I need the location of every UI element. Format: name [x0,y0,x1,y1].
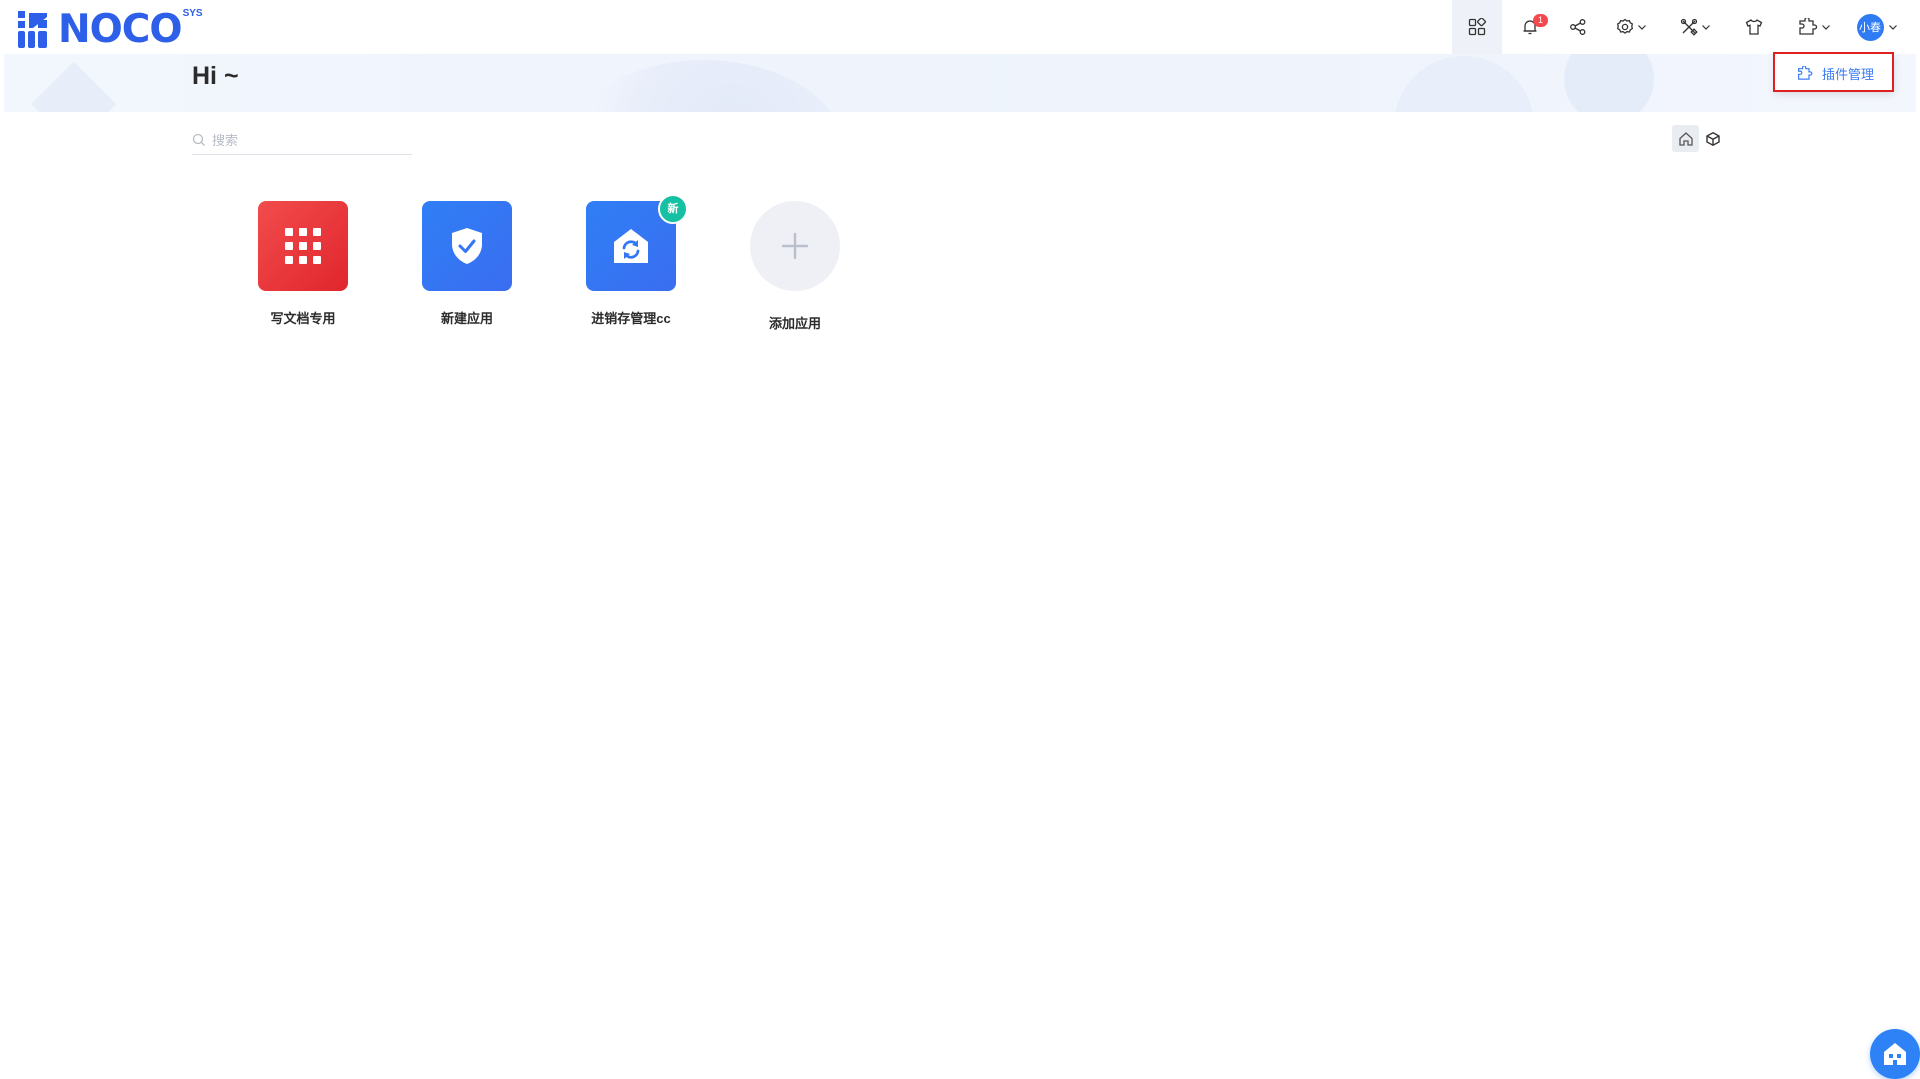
app-card[interactable]: 新建应用 [422,201,512,332]
app-label: 写文档专用 [270,311,336,326]
chevron-down-icon [1701,25,1710,30]
app-icon-tile: 新 [586,194,688,291]
logo-text: NOCO [58,7,183,52]
home-view-button[interactable] [1672,125,1699,152]
top-bar: NOCO SYS 1 小春 [0,0,1920,54]
chevron-down-icon [1888,25,1897,30]
app-label: 进销存管理cc [591,311,671,326]
app-card[interactable]: 写文档专用 [258,201,348,332]
cube-view-button[interactable] [1699,125,1726,152]
tools-button[interactable] [1672,0,1718,54]
plus-icon [781,232,809,260]
apps-button[interactable] [1452,0,1502,54]
add-app-label: 添加应用 [768,316,821,331]
plugin-management-label: 插件管理 [1822,66,1875,82]
chevron-down-icon [1637,25,1646,30]
add-app-tile [750,201,840,291]
puzzle-icon [1798,65,1813,80]
app-icon-tile [422,201,512,291]
app-list: 写文档专用 新建应用 新 进销存管理cc 添加应用 [258,194,914,332]
view-toggle [1672,125,1726,152]
apps-grid-icon [1468,18,1486,36]
chevron-down-icon [1821,25,1830,30]
share-button[interactable] [1560,0,1596,54]
home-float-button[interactable] [1870,1029,1920,1079]
search-input[interactable] [210,131,404,149]
banner-decoration [31,61,117,112]
banner-decoration [564,60,844,112]
new-badge: 新 [658,194,688,224]
welcome-banner [4,54,1916,112]
search-bar [192,126,412,155]
user-menu[interactable]: 小春 [1852,0,1902,54]
shirt-icon [1745,19,1763,35]
app-icon-tile [258,201,348,291]
add-app-button[interactable]: 添加应用 [750,201,840,332]
plugin-button[interactable] [1790,0,1838,54]
shield-check-icon [452,228,482,264]
notification-button[interactable]: 1 [1510,0,1550,54]
logo-superscript: SYS [182,8,203,19]
logo-mark-icon [18,11,47,48]
app-label: 新建应用 [440,311,493,326]
grid-icon [285,228,321,264]
app-card[interactable]: 新 进销存管理cc [586,194,688,332]
notification-badge: 1 [1533,14,1548,27]
plugin-dropdown-menu: 插件管理 [1775,54,1894,92]
avatar: 小春 [1856,13,1884,41]
plugin-management-menu-item[interactable]: 插件管理 [1775,64,1874,83]
banner-decoration [1564,54,1654,112]
theme-button[interactable] [1736,0,1772,54]
page-title: Hi ~ [192,62,239,90]
tools-icon [1680,18,1698,36]
banner-decoration [1394,56,1534,112]
puzzle-icon [1798,18,1817,35]
share-icon [1570,19,1586,35]
home-icon [1678,131,1693,146]
cube-icon [1705,131,1720,146]
building-icon [1884,1043,1906,1065]
gear-icon [1616,18,1633,34]
search-icon [192,133,205,146]
home-sync-icon [614,229,648,263]
logo[interactable]: NOCO SYS [18,8,203,52]
settings-button[interactable] [1608,0,1654,54]
